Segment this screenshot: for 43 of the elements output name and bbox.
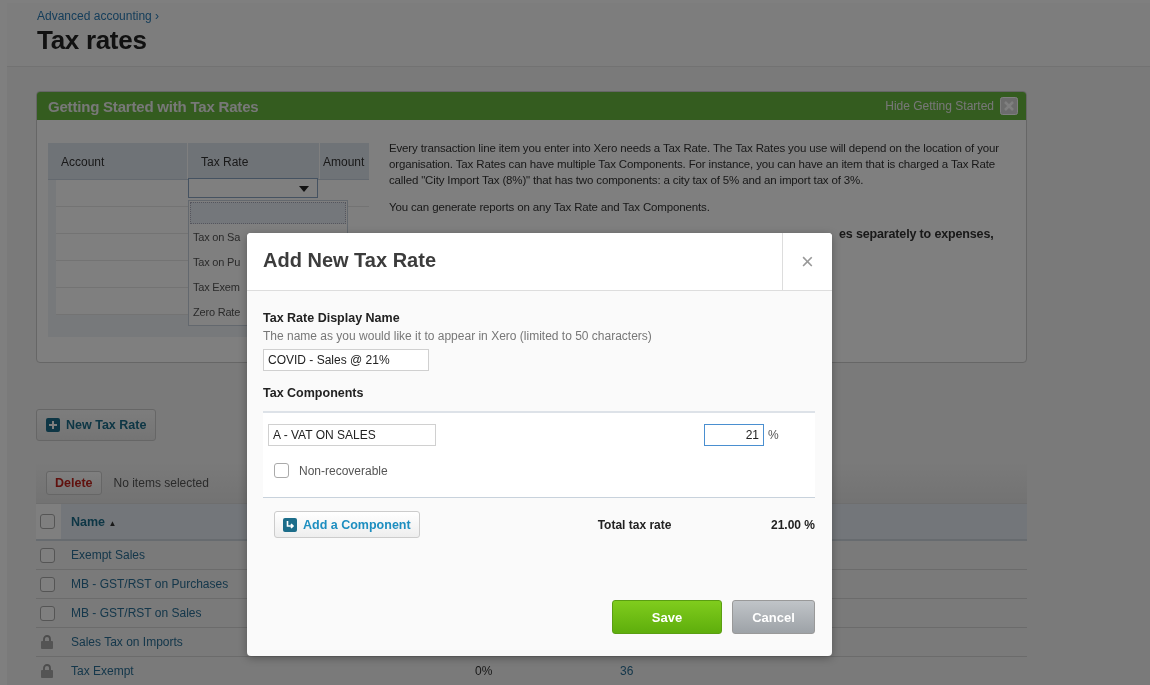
dropdown-highlight-row[interactable] xyxy=(190,202,346,224)
checkbox-label: Non-recoverable xyxy=(299,463,388,478)
info-paragraph: es separately to expenses, xyxy=(839,227,994,241)
info-paragraph: You can generate reports on any Tax Rate and Tax Components. xyxy=(389,200,711,215)
breadcrumb-link[interactable]: Advanced accounting › xyxy=(37,9,160,23)
rate-cell-text: 0% xyxy=(475,664,494,678)
hide-getting-started-link[interactable]: Hide Getting Started xyxy=(885,99,994,113)
tax-rate-dropdown[interactable] xyxy=(188,178,318,198)
non-recoverable-checkbox[interactable] xyxy=(274,463,289,478)
save-button[interactable]: Save xyxy=(612,600,722,634)
lock-icon xyxy=(41,664,53,678)
info-paragraph: Every transaction line item you enter into Xero needs a Tax Rate. The Tax Rates you use will depend on the location of your organisation. Tax Rates can have multiple Tax Components. For instance, you can have an item that is charged a Tax Rate called "City Import Tax (8%)" that has two components: a city tax of 5% and an import tax of 3%. xyxy=(389,141,1000,188)
dialog-title: Add New Tax Rate xyxy=(262,248,437,273)
add-component-button[interactable]: Add a Component xyxy=(274,511,420,538)
total-label: Total tax rate xyxy=(597,517,672,532)
new-tax-rate-button[interactable]: New Tax Rate xyxy=(36,409,157,441)
lock-icon xyxy=(41,635,53,649)
page-title: Tax rates xyxy=(37,25,147,56)
add-component-icon xyxy=(283,517,297,532)
select-all-checkbox[interactable] xyxy=(40,514,55,529)
section-label: Tax Components xyxy=(263,386,364,400)
row-checkbox[interactable] xyxy=(40,576,55,592)
caret-icon xyxy=(299,186,309,192)
count-link[interactable]: 36 xyxy=(620,664,1027,678)
row-checkbox[interactable] xyxy=(40,547,55,563)
close-icon[interactable] xyxy=(1000,97,1018,115)
account-field[interactable]: A - VAT ON SALES xyxy=(268,424,436,446)
plus-icon xyxy=(46,418,60,432)
panel-title: Getting Started with Tax Rates xyxy=(48,97,260,115)
tax-rate-link[interactable]: Tax Exempt xyxy=(71,664,475,678)
field-hint: The name as you would like it to appear in Xero (limited to 50 characters) xyxy=(263,329,652,343)
cancel-button[interactable]: Cancel xyxy=(732,600,815,634)
rate-field[interactable]: 21 xyxy=(704,424,764,446)
percent-sign: % xyxy=(768,428,779,442)
selection-status: No items selected xyxy=(113,476,209,490)
close-button[interactable]: × xyxy=(782,233,832,290)
row-checkbox[interactable] xyxy=(40,605,55,621)
column-header: Account xyxy=(48,143,188,179)
field-label: Tax Rate Display Name xyxy=(263,311,400,325)
display-name-field[interactable]: COVID - Sales @ 21% xyxy=(263,349,429,371)
total-value: 21.00 % xyxy=(770,517,815,532)
delete-button[interactable]: Delete xyxy=(46,471,102,495)
column-header: Amount xyxy=(322,154,366,171)
